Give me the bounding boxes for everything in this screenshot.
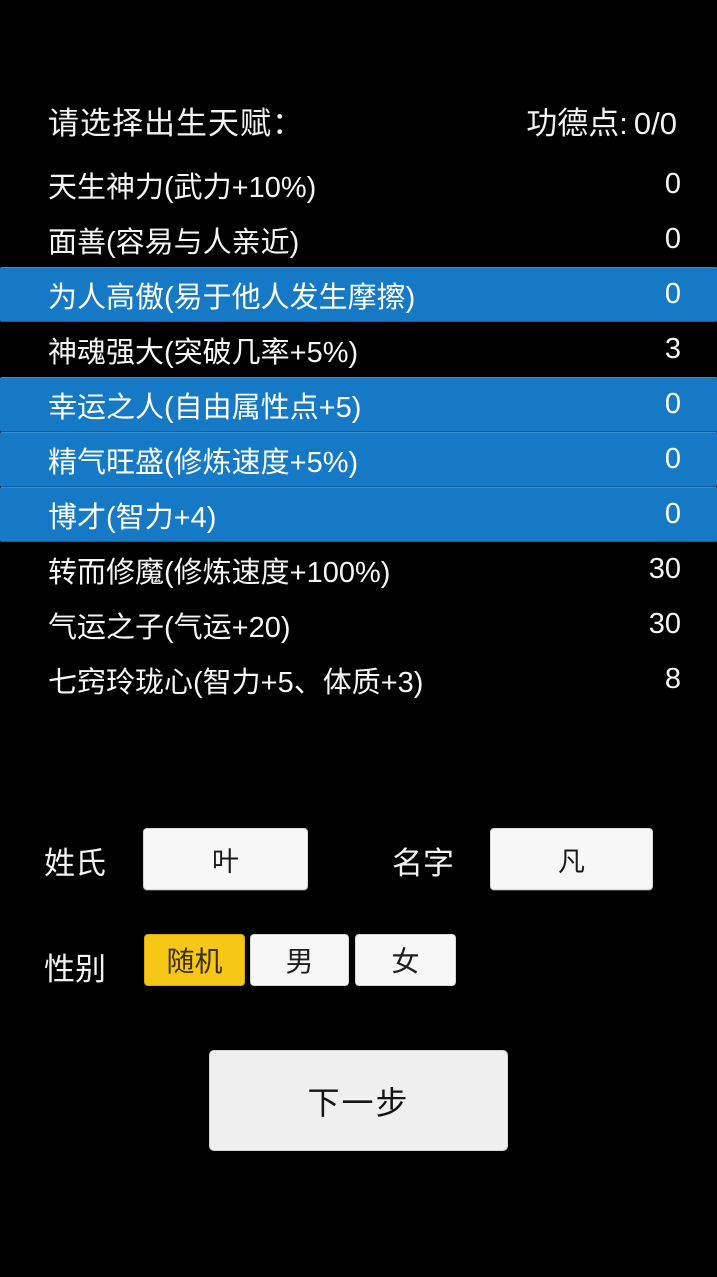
talent-name: 天生神力(武力+10%) [48,171,317,204]
page-title: 请选择出生天赋： [48,105,304,141]
talent-name: 幸运之人(自由属性点+5) [48,391,362,424]
talent-row[interactable]: 精气旺盛(修炼速度+5%) 0 [0,432,717,487]
talent-row[interactable]: 博才(智力+4) 0 [0,487,717,542]
talent-row[interactable]: 转而修魔(修炼速度+100%) 30 [0,542,717,597]
talent-row[interactable]: 七窍玲珑心(智力+5、体质+3) 8 [0,652,717,707]
talent-cost: 0 [664,443,681,475]
talent-row[interactable]: 为人高傲(易于他人发生摩擦) 0 [0,267,717,322]
given-name-label: 名字 [392,846,454,881]
talent-cost: 8 [664,663,681,695]
talent-cost: 0 [664,388,681,420]
gender-label: 性别 [44,952,106,987]
talent-cost: 30 [648,553,681,585]
surname-label: 姓氏 [44,846,106,881]
talent-cost: 0 [664,168,681,200]
gender-option-female[interactable]: 女 [355,934,456,986]
talent-cost: 3 [664,333,681,365]
talent-row[interactable]: 气运之子(气运+20) 30 [0,597,717,652]
talent-name: 气运之子(气运+20) [48,611,291,644]
talent-cost: 0 [664,498,681,530]
talent-row[interactable]: 面善(容易与人亲近) 0 [0,212,717,267]
talent-row[interactable]: 幸运之人(自由属性点+5) 0 [0,377,717,432]
talent-name: 七窍玲珑心(智力+5、体质+3) [48,666,424,699]
merit-points: 功德点: 0/0 [526,98,677,143]
character-form: 姓氏 名字 性别 随机 男 女 [0,820,717,1004]
talent-list: 天生神力(武力+10%) 0 面善(容易与人亲近) 0 为人高傲(易于他人发生摩擦) 0 神… [0,157,717,707]
talent-name: 精气旺盛(修炼速度+5%) [48,446,359,479]
talent-name: 面善(容易与人亲近) [48,226,300,259]
talent-row[interactable]: 神魂强大(突破几率+5%) 3 [0,322,717,377]
gender-option-male[interactable]: 男 [250,934,349,986]
talent-cost: 30 [648,608,681,640]
given-name-input[interactable] [490,828,653,890]
next-step-button[interactable]: 下一步 [209,1050,508,1151]
talent-name: 为人高傲(易于他人发生摩擦) [48,281,416,314]
talent-row[interactable]: 天生神力(武力+10%) 0 [0,157,717,212]
game-screen: 需要功德点 请选择出生天赋： 功德点:0/0 天生神力(武力+10%)0面善(容… [0,0,717,1277]
talent-name: 博才(智力+4) [48,501,217,534]
talent-cost: 0 [664,223,681,255]
header: 请选择出生天赋： 功德点: 0/0 [0,96,717,144]
surname-input[interactable] [143,828,308,890]
talent-cost: 0 [664,278,681,310]
gender-option-random[interactable]: 随机 [144,934,245,986]
merit-points-label: 功德点: [526,105,628,141]
talent-name: 神魂强大(突破几率+5%) [48,336,359,369]
name-row: 姓氏 名字 [0,820,717,900]
gender-row: 性别 随机 男 女 [0,926,717,1004]
next-button-container: 下一步 [0,1050,717,1151]
talent-name: 转而修魔(修炼速度+100%) [48,556,391,589]
merit-points-value: 0/0 [633,105,677,141]
